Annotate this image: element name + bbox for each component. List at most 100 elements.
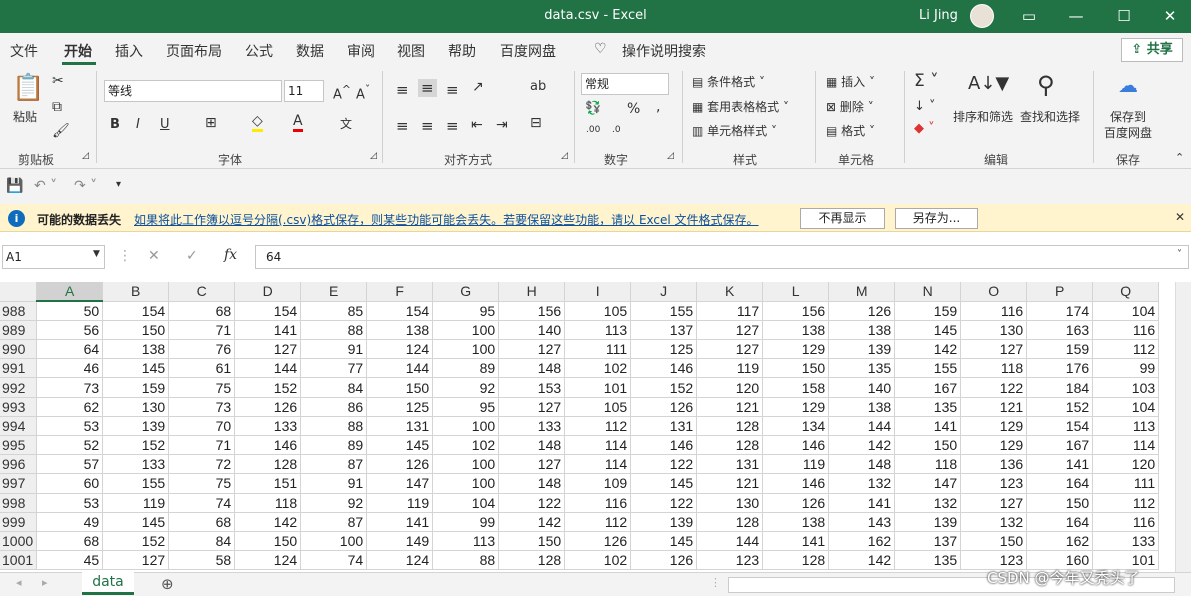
- cell[interactable]: 62: [36, 397, 104, 417]
- cell[interactable]: 155: [894, 358, 962, 379]
- cell[interactable]: 144: [234, 358, 302, 379]
- row-header[interactable]: 996: [0, 454, 38, 475]
- wrap-text-icon[interactable]: ab: [530, 79, 546, 94]
- cell[interactable]: 74: [168, 493, 236, 513]
- copy-icon[interactable]: ⧉: [52, 99, 62, 115]
- cell[interactable]: 152: [630, 377, 698, 398]
- cell[interactable]: 120: [696, 377, 764, 398]
- cell[interactable]: 133: [498, 416, 566, 437]
- cell[interactable]: 142: [828, 550, 896, 571]
- cell[interactable]: 176: [1026, 358, 1094, 379]
- cell[interactable]: 86: [300, 397, 368, 417]
- cell[interactable]: 145: [630, 473, 698, 494]
- border-icon[interactable]: ⊞: [205, 115, 217, 131]
- name-box-dropdown-icon[interactable]: ▼: [93, 249, 100, 259]
- cell[interactable]: 126: [630, 397, 698, 417]
- user-name[interactable]: Li Jing: [919, 8, 958, 23]
- cell[interactable]: 112: [1092, 493, 1160, 513]
- cell[interactable]: 73: [36, 377, 104, 398]
- cell[interactable]: 117: [696, 301, 764, 321]
- cell[interactable]: 156: [498, 301, 566, 321]
- cell[interactable]: 118: [234, 493, 302, 513]
- cell[interactable]: 121: [960, 397, 1028, 417]
- cell[interactable]: 88: [300, 416, 368, 437]
- cell[interactable]: 56: [36, 320, 104, 341]
- cell[interactable]: 71: [168, 435, 236, 456]
- cell[interactable]: 128: [696, 435, 764, 456]
- cell[interactable]: 141: [1026, 454, 1094, 475]
- dont-show-again-button[interactable]: 不再显示: [800, 208, 885, 229]
- cell[interactable]: 127: [960, 339, 1028, 360]
- cell[interactable]: 118: [894, 454, 962, 475]
- cell[interactable]: 123: [960, 473, 1028, 494]
- cell[interactable]: 132: [828, 473, 896, 494]
- cell[interactable]: 68: [168, 512, 236, 532]
- cell[interactable]: 85: [300, 301, 368, 321]
- cell[interactable]: 68: [168, 301, 236, 321]
- cell[interactable]: 167: [1026, 435, 1094, 456]
- enter-icon[interactable]: ✓: [186, 248, 198, 264]
- cell[interactable]: 95: [432, 397, 500, 417]
- save-baidu-label-1[interactable]: 保存到: [1110, 108, 1146, 125]
- underline-icon[interactable]: U: [160, 117, 170, 132]
- cell[interactable]: 158: [762, 377, 830, 398]
- cell[interactable]: 131: [630, 416, 698, 437]
- cell[interactable]: 164: [1026, 473, 1094, 494]
- cell[interactable]: 142: [828, 435, 896, 456]
- comma-icon[interactable]: ,: [656, 99, 660, 115]
- paste-icon[interactable]: 📋: [12, 73, 44, 103]
- add-sheet-icon[interactable]: ⊕: [161, 575, 174, 593]
- cell[interactable]: 119: [102, 493, 170, 513]
- formula-input[interactable]: 64: [255, 245, 1189, 269]
- cell[interactable]: 91: [300, 339, 368, 360]
- column-header[interactable]: M: [828, 282, 896, 302]
- cell[interactable]: 109: [564, 473, 632, 494]
- cell[interactable]: 104: [432, 493, 500, 513]
- cell[interactable]: 88: [432, 550, 500, 571]
- cell[interactable]: 71: [168, 320, 236, 341]
- cell[interactable]: 121: [696, 473, 764, 494]
- redo-icon[interactable]: ↷ ˅: [74, 178, 97, 194]
- cell[interactable]: 150: [960, 531, 1028, 552]
- cell[interactable]: 123: [696, 550, 764, 571]
- next-sheet-icon[interactable]: ▸: [42, 576, 48, 589]
- row-header[interactable]: 999: [0, 512, 38, 532]
- cell[interactable]: 138: [828, 397, 896, 417]
- name-box[interactable]: A1: [2, 245, 105, 269]
- cell[interactable]: 155: [630, 301, 698, 321]
- message-link[interactable]: 如果将此工作簿以逗号分隔(.csv)格式保存，则某些功能可能会丢失。若要保留这些…: [134, 211, 759, 228]
- number-launcher-icon[interactable]: ◿: [667, 151, 674, 161]
- cell[interactable]: 140: [498, 320, 566, 341]
- row-header[interactable]: 989: [0, 320, 38, 341]
- cell[interactable]: 102: [432, 435, 500, 456]
- cell[interactable]: 95: [432, 301, 500, 321]
- cell[interactable]: 129: [960, 416, 1028, 437]
- cell[interactable]: 131: [366, 416, 434, 437]
- cell[interactable]: 70: [168, 416, 236, 437]
- cell[interactable]: 152: [234, 377, 302, 398]
- maximize-icon[interactable]: ☐: [1110, 4, 1138, 28]
- format-cells-button[interactable]: ▤ 格式 ˅: [826, 122, 875, 139]
- cell[interactable]: 104: [1092, 397, 1160, 417]
- cell[interactable]: 113: [432, 531, 500, 552]
- cell[interactable]: 146: [762, 435, 830, 456]
- cell[interactable]: 133: [1092, 531, 1160, 552]
- cell[interactable]: 138: [366, 320, 434, 341]
- delete-cells-button[interactable]: ⊠ 删除 ˅: [826, 98, 874, 115]
- collapse-ribbon-icon[interactable]: ⌃: [1175, 151, 1184, 164]
- cell[interactable]: 114: [564, 454, 632, 475]
- cell[interactable]: 148: [498, 358, 566, 379]
- cell[interactable]: 138: [762, 512, 830, 532]
- cell[interactable]: 127: [102, 550, 170, 571]
- align-launcher-icon[interactable]: ◿: [561, 151, 568, 161]
- column-header[interactable]: I: [564, 282, 632, 302]
- cell[interactable]: 114: [564, 435, 632, 456]
- cell[interactable]: 105: [564, 397, 632, 417]
- column-header[interactable]: A: [36, 282, 104, 303]
- cell[interactable]: 143: [828, 512, 896, 532]
- cell[interactable]: 127: [498, 339, 566, 360]
- cell[interactable]: 156: [762, 301, 830, 321]
- cell[interactable]: 127: [696, 339, 764, 360]
- column-header[interactable]: G: [432, 282, 500, 302]
- cell[interactable]: 129: [762, 397, 830, 417]
